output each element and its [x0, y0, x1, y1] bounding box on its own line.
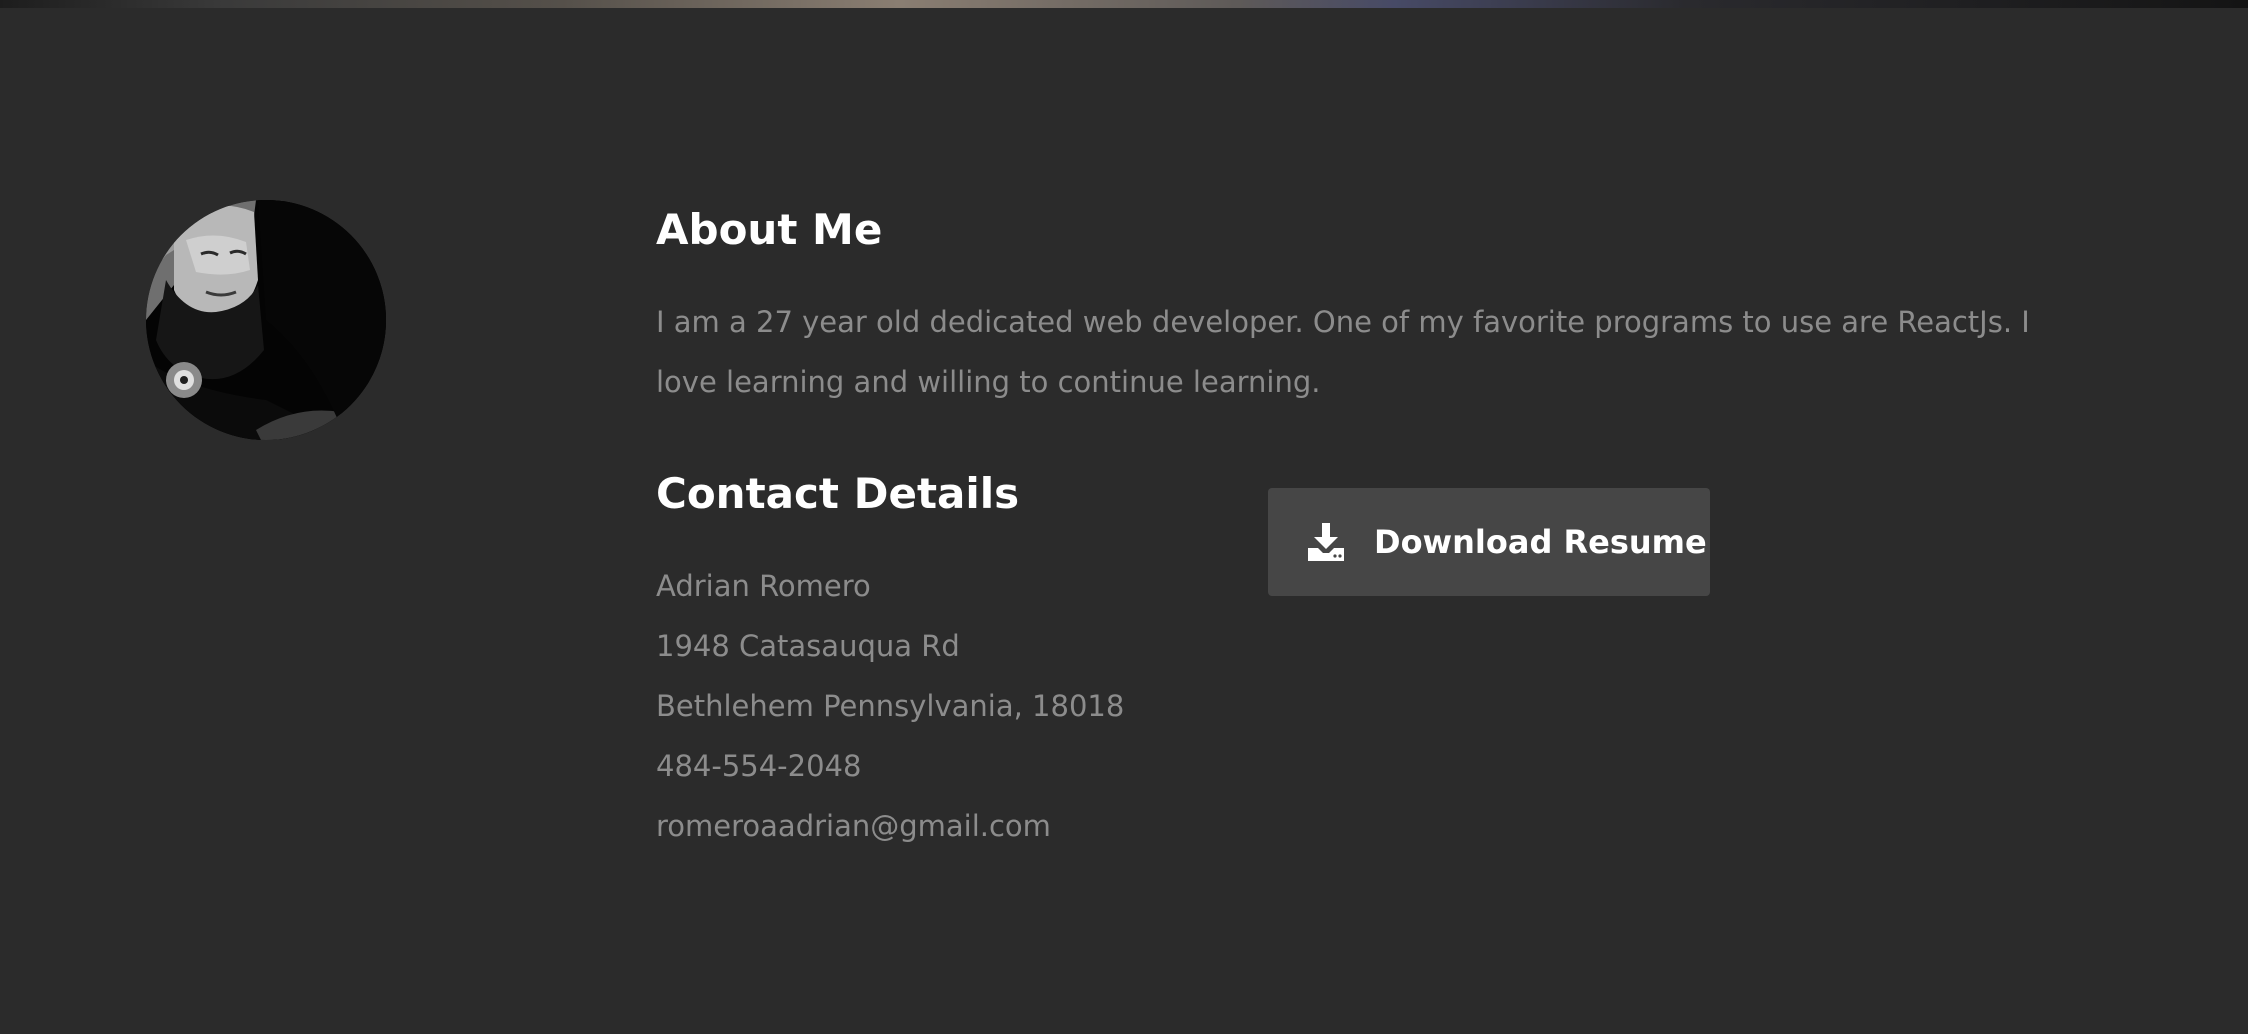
- about-section: About Me I am a 27 year old dedicated we…: [0, 8, 2248, 1034]
- contact-details-list: Adrian Romero 1948 Catasauqua Rd Bethleh…: [656, 556, 1124, 856]
- contact-phone: 484-554-2048: [656, 749, 862, 783]
- about-heading: About Me: [656, 205, 883, 254]
- contact-city: Bethlehem Pennsylvania, 18018: [656, 689, 1125, 723]
- download-resume-label: Download Resume: [1374, 523, 1707, 561]
- download-icon: [1306, 522, 1346, 562]
- contact-name: Adrian Romero: [656, 569, 871, 603]
- contact-heading: Contact Details: [656, 469, 1020, 518]
- about-paragraph: I am a 27 year old dedicated web develop…: [656, 305, 2030, 399]
- contact-street: 1948 Catasauqua Rd: [656, 629, 960, 663]
- download-resume-button[interactable]: Download Resume: [1268, 488, 1710, 596]
- profile-avatar: [146, 200, 386, 440]
- contact-email: romeroaadrian@gmail.com: [656, 809, 1051, 843]
- header-image-edge: [0, 0, 2248, 8]
